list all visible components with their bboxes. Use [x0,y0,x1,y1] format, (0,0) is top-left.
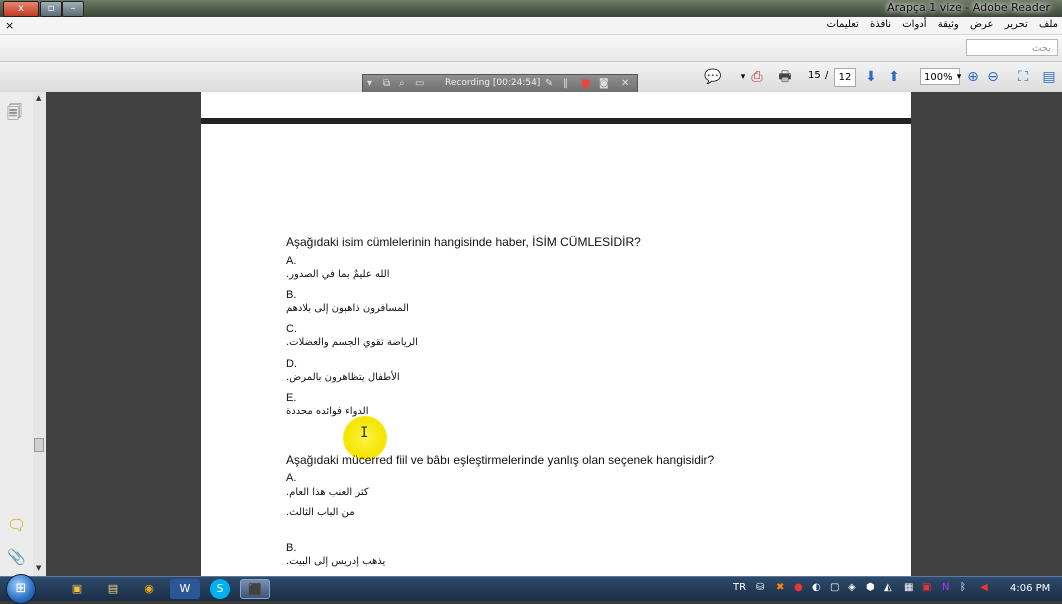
skype-icon[interactable]: S [210,579,230,599]
q2-option-b-letter: B. [286,542,297,554]
zoom-in-icon[interactable]: ⊕ [964,69,982,85]
q2-option-a-letter: A. [286,472,297,484]
q1-option-b-text: المسافرون ذاهبون إلى بلادهم [286,303,409,314]
taskbar: ⊞ ▣ ▤ ◉ W S ⬛ TR ⛁ ✖ ● ◐ ▢ ◈ ⬢ ◭ ▦ ▣ N ᛒ… [0,574,1062,604]
maximize-button[interactable]: ▫ [40,1,62,17]
zoom-out-icon[interactable]: ⊖ [984,69,1002,85]
q1-option-d-text: الأطفال يتظاهرون بالمرض. [286,372,400,383]
window-icon[interactable]: ⧉ [383,78,390,89]
close-window-button[interactable]: x [3,1,39,17]
dropdown-icon[interactable]: ▾ [367,78,372,89]
tray-icon-6[interactable]: ⬢ [866,582,875,593]
question-2: Aşağıdaki mücerred fiil ve bâbı eşleştir… [286,453,715,467]
q1-option-e-letter: E. [286,392,297,404]
onenote-icon[interactable]: N [942,582,949,593]
tray-icon-5[interactable]: ◈ [848,582,856,593]
bluetooth-icon[interactable]: ᛒ [960,582,966,593]
page-total-field[interactable]: 12 [834,68,856,87]
panel-scrollbar[interactable]: ▲ ▼ [33,92,47,576]
screen-icon[interactable]: ▭ [415,78,424,89]
zoom-icon[interactable]: ⌕ [399,78,405,89]
previous-page [201,92,911,118]
window-title: Arapça 1 vize - Adobe Reader [887,1,1050,14]
tray-icon-2[interactable]: ✖ [776,582,784,593]
q2-option-b-text: يذهب إدريس إلى البيت. [286,556,386,567]
menu-window[interactable]: نافذة [870,19,891,30]
page-separator: / [825,70,829,81]
search-input[interactable]: بحث [966,39,1058,56]
menu-tools[interactable]: أدوات [902,19,926,30]
scrollbar-thumb[interactable] [34,438,44,452]
recording-label: Recording [00:24:54] [445,78,541,88]
clock[interactable]: 4:06 PM [1010,583,1050,594]
adobe-reader-icon[interactable]: ⬛ [240,579,270,599]
navigation-panel: 🗐 🗨 📎 [0,92,34,576]
menu-edit[interactable]: تحرير [1005,19,1028,30]
menu-file[interactable]: ملف [1039,19,1058,30]
text-cursor-icon: I [360,425,369,441]
pause-icon[interactable]: ‖ [563,78,568,89]
network-icon[interactable]: ▦ [904,582,913,593]
print-icon[interactable]: 🖶 [776,69,794,85]
close-recording-icon[interactable]: ✕ [621,78,629,89]
q1-option-a-text: الله عليمٌ بما في الصدور. [286,269,390,280]
tray-icon-3[interactable]: ◐ [812,582,821,593]
word-icon[interactable]: W [170,579,200,599]
explorer-icon[interactable]: ▤ [98,579,128,599]
attachments-icon[interactable]: 📎 [7,548,26,566]
record-tray-icon[interactable]: ● [794,582,803,593]
read-mode-icon[interactable]: ▤ [1040,69,1058,85]
tray-icon-1[interactable]: ⛁ [756,582,764,593]
scroll-down-icon[interactable]: ▼ [36,564,41,572]
menu-bar: × ملف تحرير عرض وثيقة أدوات نافذة تعليما… [0,17,1062,35]
tray-icon-8[interactable]: ▣ [922,582,931,593]
q1-option-d-letter: D. [286,358,297,370]
pencil-icon[interactable]: ✎ [545,78,553,89]
title-bar: x ▫ – Arapça 1 vize - Adobe Reader [0,0,1062,17]
q1-option-a-letter: A. [286,255,297,267]
search-row: بحث [0,35,1062,62]
previous-page-icon[interactable]: ⬆ [885,69,903,85]
media-player-icon[interactable]: ▣ [62,579,92,599]
close-document-icon[interactable]: × [5,19,14,32]
minimize-button[interactable]: – [62,1,84,17]
document-area: Aşağıdaki isim cümlelerinin hangisinde h… [46,92,1062,576]
question-1: Aşağıdaki isim cümlelerinin hangisinde h… [286,235,641,249]
export-pdf-icon[interactable]: ⎙ [748,69,766,85]
next-page-icon[interactable]: ⬇ [862,69,880,85]
q1-option-e-text: الدواء فوائده محددة [286,406,369,417]
menu-view[interactable]: عرض [970,19,994,30]
toolbar: ▾ ⧉ ⌕ ▭ Recording [00:24:54] ✎ ‖ ■ ◙ ✕ 💬… [0,62,1062,94]
menu-document[interactable]: وثيقة [938,19,959,30]
q2-option-a-text: كثر العنب هذا العام. [286,487,369,498]
recording-bar: ▾ ⧉ ⌕ ▭ Recording [00:24:54] ✎ ‖ ■ ◙ ✕ [362,74,638,94]
pages-icon[interactable]: 🗐 [7,102,22,127]
q1-option-c-letter: C. [286,323,297,335]
comment-icon[interactable]: 💬 [704,69,722,85]
document-page: Aşağıdaki isim cümlelerinin hangisinde h… [201,124,911,576]
q1-option-c-text: الرياضة تقوي الجسم والعضلات. [286,337,418,348]
tray-icon-4[interactable]: ▢ [830,582,839,593]
chrome-icon[interactable]: ◉ [134,579,164,599]
stop-icon[interactable]: ■ [581,78,590,89]
q2-option-a-text2: من الباب الثالث. [286,507,355,518]
volume-icon[interactable]: ◀ [980,582,988,593]
menu-items: ملف تحرير عرض وثيقة أدوات نافذة تعليمات [823,19,1062,30]
fit-page-icon[interactable]: ⛶ [1014,69,1032,85]
comments-icon[interactable]: 🗨 [7,516,26,534]
q1-option-b-letter: B. [286,289,297,301]
language-indicator[interactable]: TR [733,582,746,593]
tray-icon-7[interactable]: ◭ [884,582,892,593]
menu-help[interactable]: تعليمات [827,19,859,30]
camera-icon[interactable]: ◙ [599,78,609,89]
scroll-up-icon[interactable]: ▲ [36,94,41,102]
page-current: 15 [808,70,821,81]
